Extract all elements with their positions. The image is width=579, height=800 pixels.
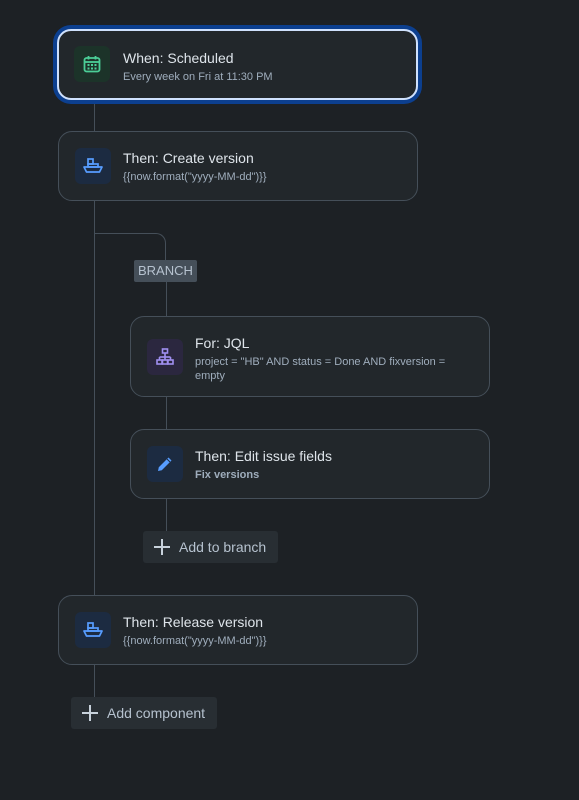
branch-connector <box>94 233 166 263</box>
branch-label: BRANCH <box>134 260 197 282</box>
step-title: Then: Release version <box>123 614 264 630</box>
connector-line <box>166 498 167 532</box>
ship-icon <box>75 148 111 184</box>
ship-icon <box>75 612 111 648</box>
trigger-subtitle: Every week on Fri at 11:30 PM <box>123 71 273 83</box>
trigger-title: When: Scheduled <box>123 50 234 66</box>
branch-item-subtitle: project = "HB" AND status = Done AND fix… <box>195 356 446 382</box>
release-version-card[interactable]: Then: Release version {{now.format("yyyy… <box>58 595 418 665</box>
plus-icon <box>154 539 170 555</box>
plus-icon <box>82 705 98 721</box>
step-subtitle: {{now.format("yyyy-MM-dd")}} <box>123 171 267 183</box>
hierarchy-icon <box>147 339 183 375</box>
branch-item-subtitle: Fix versions <box>195 469 260 481</box>
step-subtitle: {{now.format("yyyy-MM-dd")}} <box>123 635 267 647</box>
step-title: Then: Create version <box>123 150 254 166</box>
pencil-icon <box>147 446 183 482</box>
edit-issue-fields-card[interactable]: Then: Edit issue fields Fix versions <box>130 429 490 499</box>
create-version-card[interactable]: Then: Create version {{now.format("yyyy-… <box>58 131 418 201</box>
for-jql-card[interactable]: For: JQL project = "HB" AND status = Don… <box>130 316 490 397</box>
add-to-branch-label: Add to branch <box>179 539 267 555</box>
branch-item-title: Then: Edit issue fields <box>195 448 332 464</box>
connector-line <box>94 664 95 698</box>
add-component-label: Add component <box>107 705 206 721</box>
connector-line <box>166 282 167 316</box>
branch-item-title: For: JQL <box>195 335 250 351</box>
add-component-button[interactable]: Add component <box>71 697 218 729</box>
trigger-card[interactable]: When: Scheduled Every week on Fri at 11:… <box>57 29 418 100</box>
add-to-branch-button[interactable]: Add to branch <box>143 531 279 563</box>
connector-line <box>94 100 95 132</box>
connector-line <box>166 396 167 430</box>
calendar-icon <box>74 46 110 82</box>
